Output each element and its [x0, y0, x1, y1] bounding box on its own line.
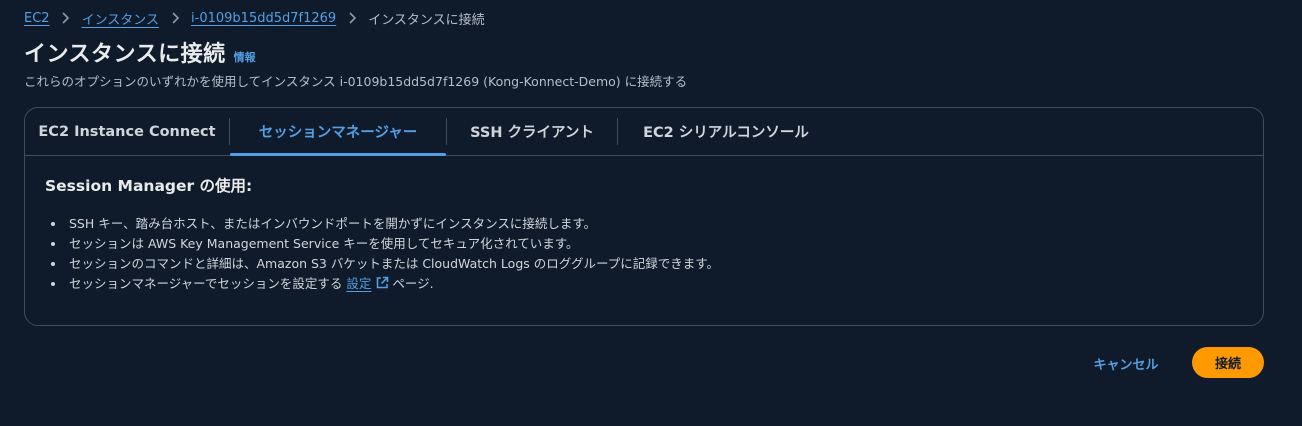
list-item-text: セッションマネージャーでセッションを設定する	[69, 276, 343, 291]
page-title: インスタンスに接続	[24, 42, 226, 67]
chevron-right-icon	[50, 12, 82, 24]
tab-ssh-client[interactable]: SSH クライアント	[447, 108, 617, 155]
breadcrumb-instance-id[interactable]: i-0109b15dd5d7f1269	[191, 11, 336, 26]
info-link[interactable]: 情報	[234, 49, 256, 65]
panel-heading: Session Manager の使用:	[45, 177, 253, 195]
page-description: これらのオプションのいずれかを使用してインスタンス i-0109b15dd5d7…	[24, 74, 688, 89]
tab-list: EC2 Instance Connect セッションマネージャー SSH クライ…	[25, 108, 1263, 156]
settings-link[interactable]: 設定	[346, 276, 371, 291]
page-header: インスタンスに接続 情報	[24, 36, 256, 68]
breadcrumb-instances[interactable]: インスタンス	[82, 9, 159, 28]
breadcrumb-ec2[interactable]: EC2	[24, 11, 50, 26]
breadcrumb: EC2 インスタンス i-0109b15dd5d7f1269 インスタンスに接続	[24, 8, 485, 28]
list-item: SSH キー、踏み台ホスト、またはインバウンドポートを開かずにインスタンスに接続…	[51, 214, 1243, 234]
list-item: セッションは AWS Key Management Service キーを使用し…	[51, 234, 1243, 254]
tab-ec2-serial-console[interactable]: EC2 シリアルコンソール	[618, 108, 834, 155]
tab-ec2-instance-connect[interactable]: EC2 Instance Connect	[25, 108, 229, 155]
tab-session-manager[interactable]: セッションマネージャー	[230, 108, 446, 156]
list-item: セッションのコマンドと詳細は、Amazon S3 バケットまたは CloudWa…	[51, 254, 1243, 274]
connect-options-container: EC2 Instance Connect セッションマネージャー SSH クライ…	[24, 107, 1264, 326]
session-manager-panel: Session Manager の使用: SSH キー、踏み台ホスト、またはイン…	[25, 156, 1263, 294]
breadcrumb-current: インスタンスに接続	[368, 12, 485, 28]
connect-instance-page: EC2 インスタンス i-0109b15dd5d7f1269 インスタンスに接続…	[0, 0, 1302, 426]
cancel-button[interactable]: キャンセル	[1080, 348, 1172, 378]
feature-list: SSH キー、踏み台ホスト、またはインバウンドポートを開かずにインスタンスに接続…	[45, 214, 1243, 294]
list-item-text: ページ.	[392, 276, 434, 291]
external-link-icon[interactable]	[375, 276, 389, 290]
list-item: セッションマネージャーでセッションを設定する 設定 ページ.	[51, 274, 1243, 294]
chevron-right-icon	[159, 12, 191, 24]
connect-button[interactable]: 接続	[1192, 347, 1264, 378]
chevron-right-icon	[336, 12, 368, 24]
